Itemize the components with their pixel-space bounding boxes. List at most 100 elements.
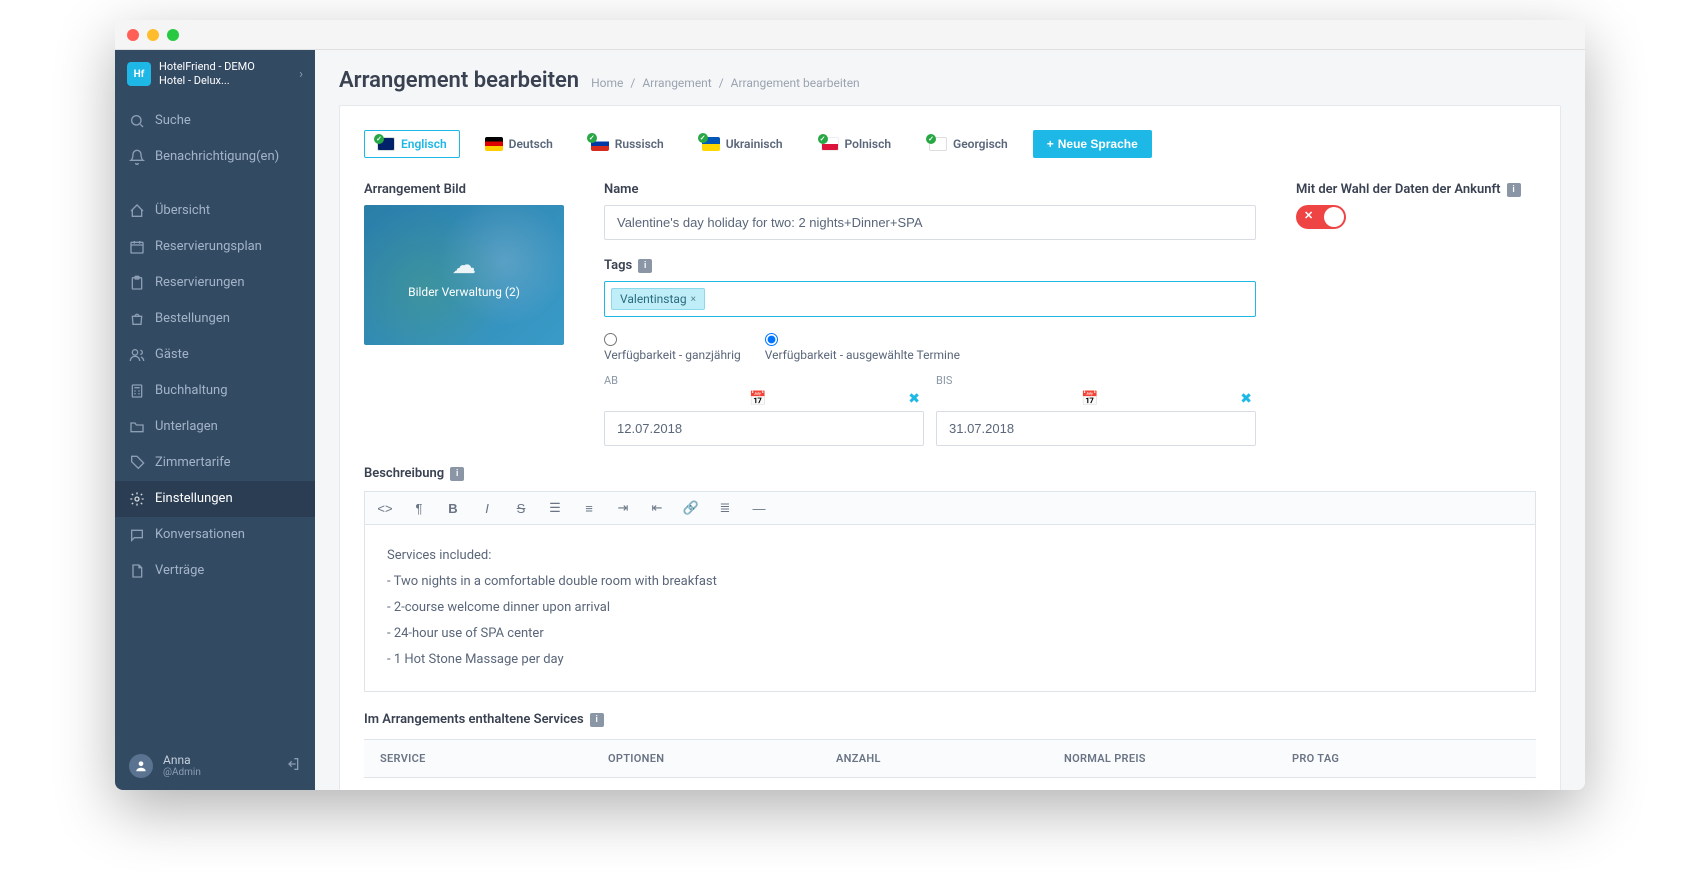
user-handle: @Admin (163, 767, 275, 778)
nav-settings[interactable]: Einstellungen (115, 481, 315, 517)
tab-polish[interactable]: Polnisch (808, 130, 904, 158)
italic-button[interactable]: I (477, 498, 497, 518)
nav-conversations[interactable]: Konversationen (115, 517, 315, 553)
minimize-window-button[interactable] (147, 29, 159, 41)
nav-search[interactable]: Suche (115, 103, 315, 139)
gear-icon (129, 491, 145, 507)
bold-button[interactable]: B (443, 498, 463, 518)
tab-russian[interactable]: Russisch (578, 130, 677, 158)
indent-button[interactable]: ⇥ (613, 498, 633, 518)
close-window-button[interactable] (127, 29, 139, 41)
nav-label: Konversationen (155, 527, 245, 542)
image-label: Arrangement Bild (364, 182, 564, 197)
nav-contracts[interactable]: Verträge (115, 553, 315, 589)
tags-input[interactable]: Valentinstag × (604, 281, 1256, 317)
nav-orders[interactable]: Bestellungen (115, 301, 315, 337)
editor-content[interactable]: Services included: - Two nights in a com… (364, 524, 1536, 692)
list-ul-button[interactable]: ☰ (545, 498, 565, 518)
flag-ru-icon (591, 137, 609, 151)
flag-pl-icon (821, 137, 839, 151)
nav-label: Zimmertarife (155, 455, 231, 470)
user-footer: Anna @Admin (115, 741, 315, 790)
image-upload-area[interactable]: ☁ Bilder Verwaltung (2) (364, 205, 564, 345)
bell-icon (129, 149, 145, 165)
tags-label: Tags i (604, 258, 1256, 273)
date-range-row: AB 📅 ✖ BIS (604, 374, 1256, 446)
nav-room-rates[interactable]: Zimmertarife (115, 445, 315, 481)
radio-selected-dates[interactable]: Verfügbarkeit - ausgewählte Termine (765, 333, 960, 362)
services-table-header: SERVICE OPTIONEN ANZAHL NORMAL PREIS PRO… (364, 739, 1536, 778)
nav-overview[interactable]: Übersicht (115, 193, 315, 229)
info-icon[interactable]: i (590, 713, 604, 727)
list-ol-button[interactable]: ≡ (579, 498, 599, 518)
calendar-icon[interactable]: 📅 (1081, 391, 1098, 407)
search-icon (129, 113, 145, 129)
strike-button[interactable]: S (511, 498, 531, 518)
nav-documents[interactable]: Unterlagen (115, 409, 315, 445)
paragraph-button[interactable]: ¶ (409, 498, 429, 518)
nav-reservations[interactable]: Reservierungen (115, 265, 315, 301)
tag-remove-icon[interactable]: × (691, 294, 696, 305)
date-from-input[interactable] (604, 411, 924, 446)
services-label: Im Arrangements enthaltene Services i (364, 712, 1536, 727)
crumb-current: Arrangement bearbeiten (731, 76, 860, 90)
align-button[interactable]: ≣ (715, 498, 735, 518)
th-service: SERVICE (380, 752, 608, 765)
add-language-button[interactable]: +Neue Sprache (1033, 130, 1152, 158)
date-from-label: AB (604, 374, 924, 387)
radio-selected-input[interactable] (765, 333, 778, 346)
form-card: Englisch Deutsch Russisch Ukrainisch Pol… (339, 105, 1561, 790)
tab-german[interactable]: Deutsch (472, 130, 566, 158)
name-input[interactable] (604, 205, 1256, 240)
nav-guests[interactable]: Gäste (115, 337, 315, 373)
info-icon[interactable]: i (638, 259, 652, 273)
tab-georgian[interactable]: Georgisch (916, 130, 1021, 158)
availability-radios: Verfügbarkeit - ganzjährig Verfügbarkeit… (604, 333, 1256, 362)
user-info: Anna @Admin (163, 753, 275, 778)
clear-date-icon[interactable]: ✖ (908, 391, 920, 407)
tab-english[interactable]: Englisch (364, 130, 460, 158)
avatar[interactable] (129, 754, 153, 778)
radio-year-round[interactable]: Verfügbarkeit - ganzjährig (604, 333, 741, 362)
info-icon[interactable]: i (1507, 183, 1521, 197)
nav-reservation-plan[interactable]: Reservierungsplan (115, 229, 315, 265)
editor-toolbar: <> ¶ B I S ☰ ≡ ⇥ ⇤ 🔗 ≣ — (364, 491, 1536, 524)
arrival-toggle[interactable]: ✕ (1296, 205, 1346, 229)
window-titlebar (115, 20, 1585, 50)
crumb-arrangement[interactable]: Arrangement (642, 76, 711, 90)
plus-icon: + (1047, 137, 1054, 151)
logout-icon[interactable] (285, 756, 301, 776)
hr-button[interactable]: — (749, 498, 769, 518)
nav-label: Übersicht (155, 203, 210, 218)
calculator-icon (129, 383, 145, 399)
nav-accounting[interactable]: Buchhaltung (115, 373, 315, 409)
radio-year-input[interactable] (604, 333, 617, 346)
chat-icon (129, 527, 145, 543)
nav-label: Gäste (155, 347, 189, 362)
bag-icon (129, 311, 145, 327)
toggle-off-icon: ✕ (1304, 209, 1313, 222)
info-icon[interactable]: i (450, 467, 464, 481)
clipboard-icon (129, 275, 145, 291)
crumb-home[interactable]: Home (591, 76, 623, 90)
date-to-input[interactable] (936, 411, 1256, 446)
nav-label: Bestellungen (155, 311, 230, 326)
nav-label: Unterlagen (155, 419, 218, 434)
description-label: Beschreibung i (364, 466, 1536, 481)
flag-ge-icon (929, 137, 947, 151)
nav-label: Reservierungsplan (155, 239, 262, 254)
maximize-window-button[interactable] (167, 29, 179, 41)
tag-chip: Valentinstag × (611, 288, 705, 310)
name-label: Name (604, 182, 1256, 197)
link-button[interactable]: 🔗 (681, 498, 701, 518)
tab-ukrainian[interactable]: Ukrainisch (689, 130, 796, 158)
folder-icon (129, 419, 145, 435)
hotel-selector[interactable]: Hf HotelFriend - DEMO Hotel - Delux... › (115, 50, 315, 99)
nav-notifications[interactable]: Benachrichtigung(en) (115, 139, 315, 175)
calendar-icon[interactable]: 📅 (749, 391, 766, 407)
cloud-upload-icon: ☁ (452, 251, 476, 279)
clear-date-icon[interactable]: ✖ (1240, 391, 1252, 407)
outdent-button[interactable]: ⇤ (647, 498, 667, 518)
code-view-button[interactable]: <> (375, 498, 395, 518)
calendar-icon (129, 239, 145, 255)
